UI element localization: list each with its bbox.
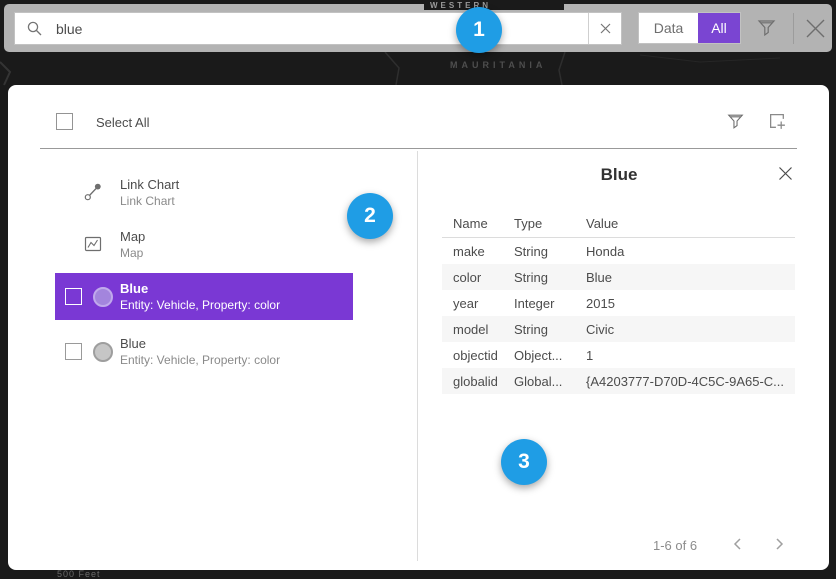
table-row: model String Civic (442, 316, 795, 342)
cell-name: year (442, 296, 514, 311)
search-toolbar: Data All (4, 4, 832, 52)
map-scale-label: 500 Feet (57, 569, 101, 579)
search-icon (26, 20, 44, 38)
result-title: Map (120, 229, 145, 244)
cell-value: Honda (586, 244, 795, 259)
panel-header-divider (40, 148, 797, 149)
toggle-data-button[interactable]: Data (639, 13, 698, 43)
results-filter-icon[interactable] (726, 112, 745, 136)
cell-value: 1 (586, 348, 795, 363)
cell-type: String (514, 270, 586, 285)
search-box[interactable] (14, 12, 622, 45)
cell-type: Object... (514, 348, 586, 363)
entity-dot-icon (93, 287, 113, 307)
link-chart-icon (83, 182, 103, 202)
column-header-value: Value (586, 216, 795, 231)
cell-name: color (442, 270, 514, 285)
result-item-blue-selected[interactable]: Blue Entity: Vehicle, Property: color (55, 273, 353, 320)
filter-icon[interactable] (756, 18, 777, 43)
map-icon (83, 234, 103, 254)
cell-type: String (514, 322, 586, 337)
column-header-type: Type (514, 216, 586, 231)
result-subtitle: Link Chart (120, 194, 179, 208)
select-all-label: Select All (96, 115, 149, 130)
result-item-map[interactable]: Map Map (55, 223, 353, 265)
cell-name: objectid (442, 348, 514, 363)
table-row: make String Honda (442, 238, 795, 264)
list-detail-divider (417, 151, 418, 561)
result-subtitle: Entity: Vehicle, Property: color (120, 298, 280, 312)
attribute-table-header: Name Type Value (442, 210, 795, 238)
search-scope-toggle: Data All (638, 12, 741, 44)
pagination-range: 1-6 of 6 (653, 538, 697, 553)
cell-value: Civic (586, 322, 795, 337)
annotation-badge-3: 3 (501, 439, 547, 485)
result-title: Link Chart (120, 177, 179, 192)
attribute-table: Name Type Value make String Honda color … (442, 210, 795, 394)
result-title: Blue (120, 336, 280, 351)
toolbar-divider (793, 13, 794, 44)
table-row: objectid Object... 1 (442, 342, 795, 368)
cell-type: Global... (514, 374, 586, 389)
result-item-link-chart[interactable]: Link Chart Link Chart (55, 171, 353, 213)
map-label-mauritania: MAURITANIA (450, 60, 546, 70)
cell-value: {A4203777-D70D-4C5C-9A65-C... (586, 374, 795, 389)
result-item-blue[interactable]: Blue Entity: Vehicle, Property: color (55, 328, 353, 375)
result-checkbox[interactable] (65, 288, 82, 305)
annotation-badge-1: 1 (456, 7, 502, 53)
select-all-checkbox[interactable] (56, 113, 73, 130)
annotation-badge-2: 2 (347, 193, 393, 239)
column-header-name: Name (442, 216, 514, 231)
map-label-western: WESTERN (424, 0, 564, 10)
cell-value: 2015 (586, 296, 795, 311)
detail-close-icon[interactable] (778, 166, 793, 186)
cell-value: Blue (586, 270, 795, 285)
table-row: color String Blue (442, 264, 795, 290)
entity-dot-icon (93, 342, 113, 362)
table-row: year Integer 2015 (442, 290, 795, 316)
cell-name: globalid (442, 374, 514, 389)
toggle-all-button[interactable]: All (698, 13, 740, 43)
cell-type: Integer (514, 296, 586, 311)
add-to-selection-icon[interactable] (768, 112, 787, 136)
cell-type: String (514, 244, 586, 259)
cell-name: model (442, 322, 514, 337)
detail-title: Blue (417, 165, 821, 185)
search-results-panel: Select All Link Chart Link Chart Map Map… (8, 85, 829, 570)
pagination-prev-icon[interactable] (733, 537, 742, 556)
search-input[interactable] (44, 21, 588, 37)
table-row: globalid Global... {A4203777-D70D-4C5C-9… (442, 368, 795, 394)
result-subtitle: Entity: Vehicle, Property: color (120, 353, 280, 367)
result-subtitle: Map (120, 246, 145, 260)
pagination-next-icon[interactable] (775, 537, 784, 556)
cell-name: make (442, 244, 514, 259)
result-title: Blue (120, 281, 280, 296)
clear-search-button[interactable] (588, 13, 621, 44)
close-search-icon[interactable] (802, 15, 829, 47)
result-checkbox[interactable] (65, 343, 82, 360)
